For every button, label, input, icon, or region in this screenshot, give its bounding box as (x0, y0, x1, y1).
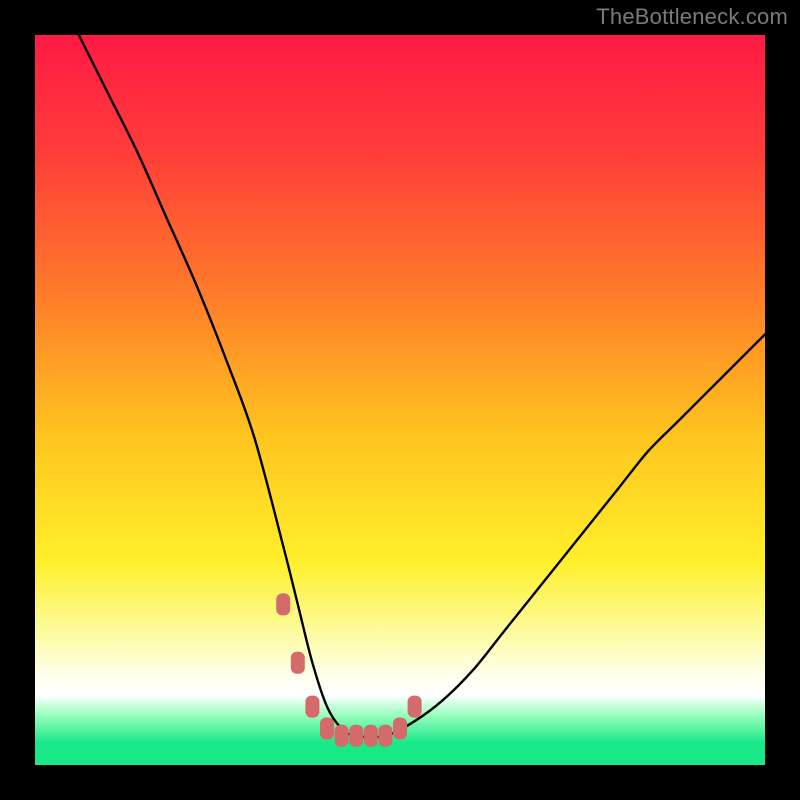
chart-frame: TheBottleneck.com (0, 0, 800, 800)
chart-plot-area (35, 35, 765, 765)
marker-point (349, 725, 363, 747)
marker-point (320, 718, 334, 740)
marker-point (364, 725, 378, 747)
marker-point (276, 593, 290, 615)
marker-point (408, 696, 422, 718)
marker-point (291, 652, 305, 674)
chart-svg (35, 35, 765, 765)
watermark-text: TheBottleneck.com (596, 4, 788, 30)
marker-point (335, 725, 349, 747)
marker-point (378, 725, 392, 747)
marker-point (393, 718, 407, 740)
marker-point (305, 696, 319, 718)
gradient-background (35, 35, 765, 765)
